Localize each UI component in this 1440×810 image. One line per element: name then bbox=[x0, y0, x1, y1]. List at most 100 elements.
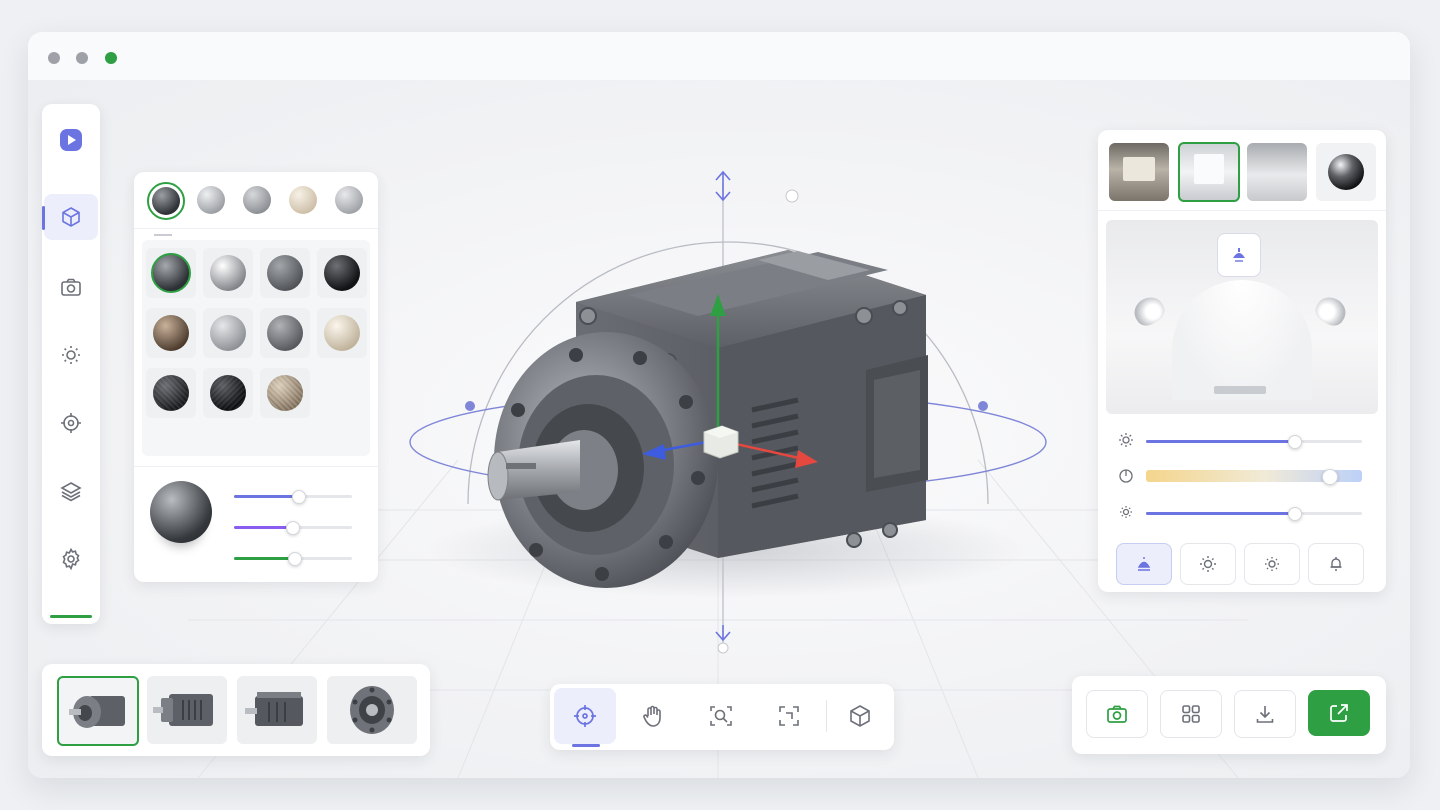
share-export-icon bbox=[1330, 704, 1348, 722]
thumb-side[interactable] bbox=[147, 676, 227, 744]
right-spot-light[interactable] bbox=[1311, 292, 1351, 330]
cube-view-icon bbox=[850, 705, 870, 727]
point-light-icon bbox=[1265, 557, 1279, 571]
sun-icon bbox=[62, 346, 80, 364]
material-dark-chrome[interactable] bbox=[146, 248, 196, 298]
light-type-point[interactable] bbox=[1244, 543, 1300, 585]
light-type-bell[interactable] bbox=[1308, 543, 1364, 585]
y-rotate-arrow bbox=[715, 170, 731, 202]
temperature-icon bbox=[1118, 468, 1134, 489]
maximize-dot[interactable] bbox=[105, 52, 117, 64]
light-type-sun[interactable] bbox=[1180, 543, 1236, 585]
stage-platform bbox=[1214, 386, 1266, 394]
toolbar-divider bbox=[826, 700, 827, 732]
light-type-spot[interactable] bbox=[1116, 543, 1172, 585]
sidebar-item-camera[interactable] bbox=[48, 264, 94, 310]
material-chrome[interactable] bbox=[203, 248, 253, 298]
left-sidebar bbox=[42, 104, 100, 624]
preset-softbox[interactable] bbox=[1247, 143, 1307, 201]
download-button[interactable] bbox=[1234, 690, 1296, 738]
environment-presets bbox=[1098, 130, 1386, 211]
sidebar-active-indicator bbox=[42, 206, 45, 230]
swatch-dark-steel[interactable] bbox=[147, 182, 185, 220]
zoom-search-icon bbox=[710, 706, 732, 726]
material-ivory[interactable] bbox=[317, 308, 367, 358]
thumb-front-left[interactable] bbox=[57, 676, 139, 746]
view-toolbar bbox=[550, 684, 894, 750]
light-cone bbox=[1172, 280, 1312, 400]
swatch-silver[interactable] bbox=[197, 186, 225, 214]
gear-icon bbox=[62, 547, 80, 571]
actions-bar bbox=[1072, 676, 1386, 754]
download-icon bbox=[1256, 706, 1274, 723]
orbit-icon bbox=[574, 705, 596, 727]
lighting-stage bbox=[1106, 220, 1378, 414]
material-carbon-fiber[interactable] bbox=[146, 368, 196, 418]
ambient-slider[interactable] bbox=[1146, 507, 1362, 521]
sidebar-item-settings[interactable] bbox=[48, 536, 94, 582]
play-logo-icon[interactable] bbox=[55, 124, 87, 156]
preview-slider-2[interactable] bbox=[234, 521, 352, 535]
camera-icon bbox=[61, 278, 81, 296]
sun-icon bbox=[1118, 432, 1134, 453]
tab-underline bbox=[154, 234, 172, 236]
frame-fit-icon bbox=[779, 706, 799, 726]
material-black-carbon[interactable] bbox=[203, 368, 253, 418]
grid-view-button[interactable] bbox=[1160, 690, 1222, 738]
swatch-light-grey[interactable] bbox=[335, 186, 363, 214]
material-bronze[interactable] bbox=[146, 308, 196, 358]
sidebar-item-layers[interactable] bbox=[48, 468, 94, 514]
cube-icon bbox=[62, 207, 80, 227]
tool-pan[interactable] bbox=[622, 688, 684, 744]
material-brushed-silver[interactable] bbox=[203, 308, 253, 358]
bell-light-icon bbox=[1330, 557, 1342, 571]
spot-light-icon bbox=[1137, 557, 1151, 571]
light-sliders bbox=[1106, 426, 1378, 536]
material-graphite[interactable] bbox=[260, 308, 310, 358]
preset-hall[interactable] bbox=[1109, 143, 1169, 201]
sidebar-item-model[interactable] bbox=[42, 194, 98, 240]
sidebar-item-target[interactable] bbox=[48, 400, 94, 446]
preset-studio[interactable] bbox=[1178, 142, 1240, 202]
material-rough-grey[interactable] bbox=[260, 248, 310, 298]
spot-light-icon bbox=[1233, 248, 1245, 262]
pan-hand-icon bbox=[643, 705, 661, 727]
view-thumbnails bbox=[42, 664, 430, 756]
gizmo-handle-right bbox=[978, 401, 988, 411]
minimize-dot[interactable] bbox=[76, 52, 88, 64]
share-export-button[interactable] bbox=[1308, 690, 1370, 736]
3d-viewport[interactable] bbox=[28, 80, 1410, 778]
thumb-front[interactable] bbox=[327, 676, 417, 744]
sidebar-item-lighting[interactable] bbox=[48, 332, 94, 378]
materials-panel bbox=[134, 172, 378, 582]
material-preview bbox=[134, 466, 378, 583]
tool-cube-view[interactable] bbox=[830, 688, 890, 744]
preview-slider-1[interactable] bbox=[234, 490, 352, 504]
app-window bbox=[28, 32, 1410, 778]
thumb-top-side[interactable] bbox=[237, 676, 317, 744]
intensity-slider[interactable] bbox=[1146, 435, 1362, 449]
material-black[interactable] bbox=[317, 248, 367, 298]
screenshot-button[interactable] bbox=[1086, 690, 1148, 738]
top-spot-light[interactable] bbox=[1217, 233, 1261, 277]
swatch-grey[interactable] bbox=[243, 186, 271, 214]
gizmo-handle-top bbox=[785, 189, 799, 203]
preview-slider-3[interactable] bbox=[234, 552, 352, 566]
material-woven-beige[interactable] bbox=[260, 368, 310, 418]
sun-light-icon bbox=[1200, 556, 1216, 572]
tool-zoom[interactable] bbox=[690, 688, 752, 744]
environment-panel bbox=[1098, 130, 1386, 592]
light-type-row bbox=[1098, 542, 1386, 592]
sun-small-icon bbox=[1118, 504, 1134, 525]
temperature-slider[interactable] bbox=[1146, 469, 1362, 485]
left-spot-light[interactable] bbox=[1129, 292, 1169, 330]
grid-icon bbox=[1182, 705, 1200, 723]
swatch-cream[interactable] bbox=[289, 186, 317, 214]
close-dot[interactable] bbox=[48, 52, 60, 64]
tool-frame[interactable] bbox=[758, 688, 820, 744]
preview-sphere bbox=[150, 481, 212, 543]
tool-orbit[interactable] bbox=[554, 688, 616, 747]
preset-chrome-ball[interactable] bbox=[1316, 143, 1376, 201]
layers-icon bbox=[60, 482, 82, 502]
tool-active-underline bbox=[572, 744, 600, 747]
